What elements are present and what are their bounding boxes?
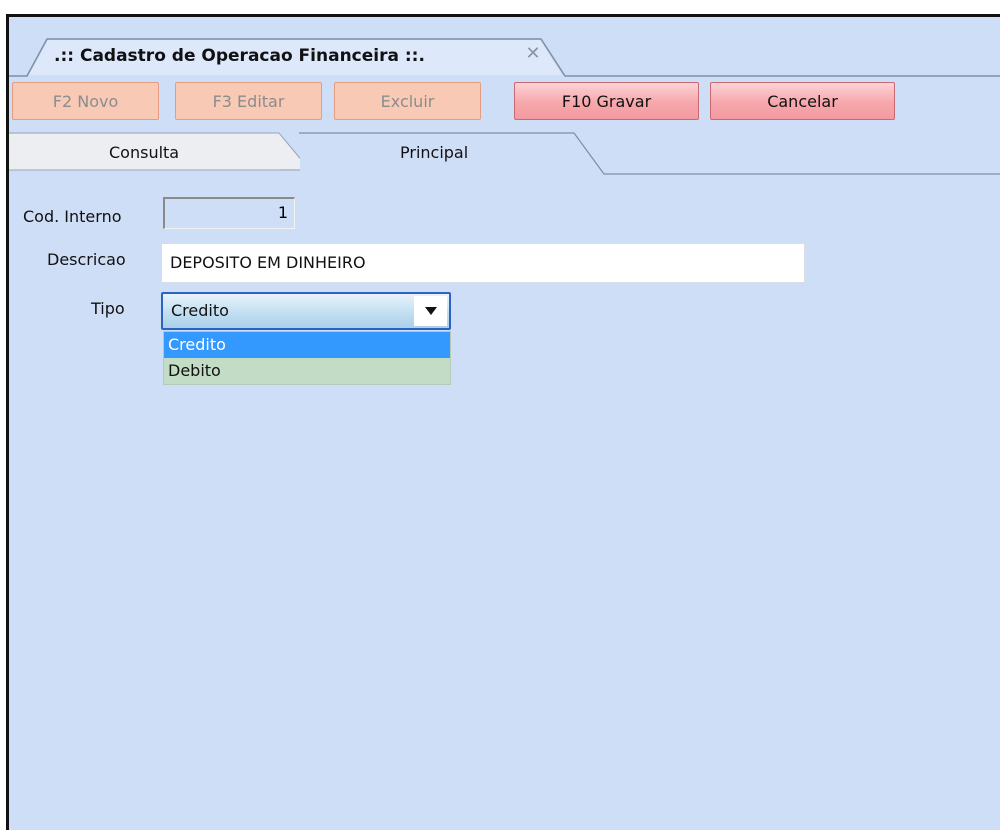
tipo-dropdown-list: Credito Debito (163, 331, 451, 385)
delete-button[interactable]: Excluir (334, 82, 481, 120)
chevron-down-icon (425, 307, 437, 315)
tipo-label: Tipo (91, 299, 125, 318)
descricao-label: Descricao (47, 250, 126, 269)
cod-interno-label: Cod. Interno (23, 207, 122, 226)
toolbar: F2 Novo F3 Editar Excluir F10 Gravar Can… (9, 82, 1000, 122)
edit-button[interactable]: F3 Editar (175, 82, 322, 120)
section-tabs: Consulta Principal (9, 129, 1000, 177)
dropdown-option-debito[interactable]: Debito (164, 358, 450, 384)
save-button[interactable]: F10 Gravar (514, 82, 699, 120)
dropdown-option-credito[interactable]: Credito (164, 332, 450, 358)
tipo-select[interactable]: Credito (161, 292, 451, 330)
document-tab-strip: .:: Cadastro de Operacao Financeira ::. … (9, 17, 1000, 77)
dropdown-arrow-button[interactable] (415, 296, 447, 326)
tipo-selected-value: Credito (171, 301, 229, 320)
new-button[interactable]: F2 Novo (12, 82, 159, 120)
main-window: .:: Cadastro de Operacao Financeira ::. … (6, 14, 1000, 830)
cod-interno-field[interactable]: 1 (163, 197, 295, 229)
close-icon[interactable]: ✕ (524, 44, 542, 64)
document-tab-title[interactable]: .:: Cadastro de Operacao Financeira ::. (54, 46, 425, 66)
tab-consulta[interactable]: Consulta (109, 143, 179, 162)
descricao-field[interactable]: DEPOSITO EM DINHEIRO (161, 243, 805, 283)
tab-principal[interactable]: Principal (400, 143, 468, 162)
cancel-button[interactable]: Cancelar (710, 82, 895, 120)
